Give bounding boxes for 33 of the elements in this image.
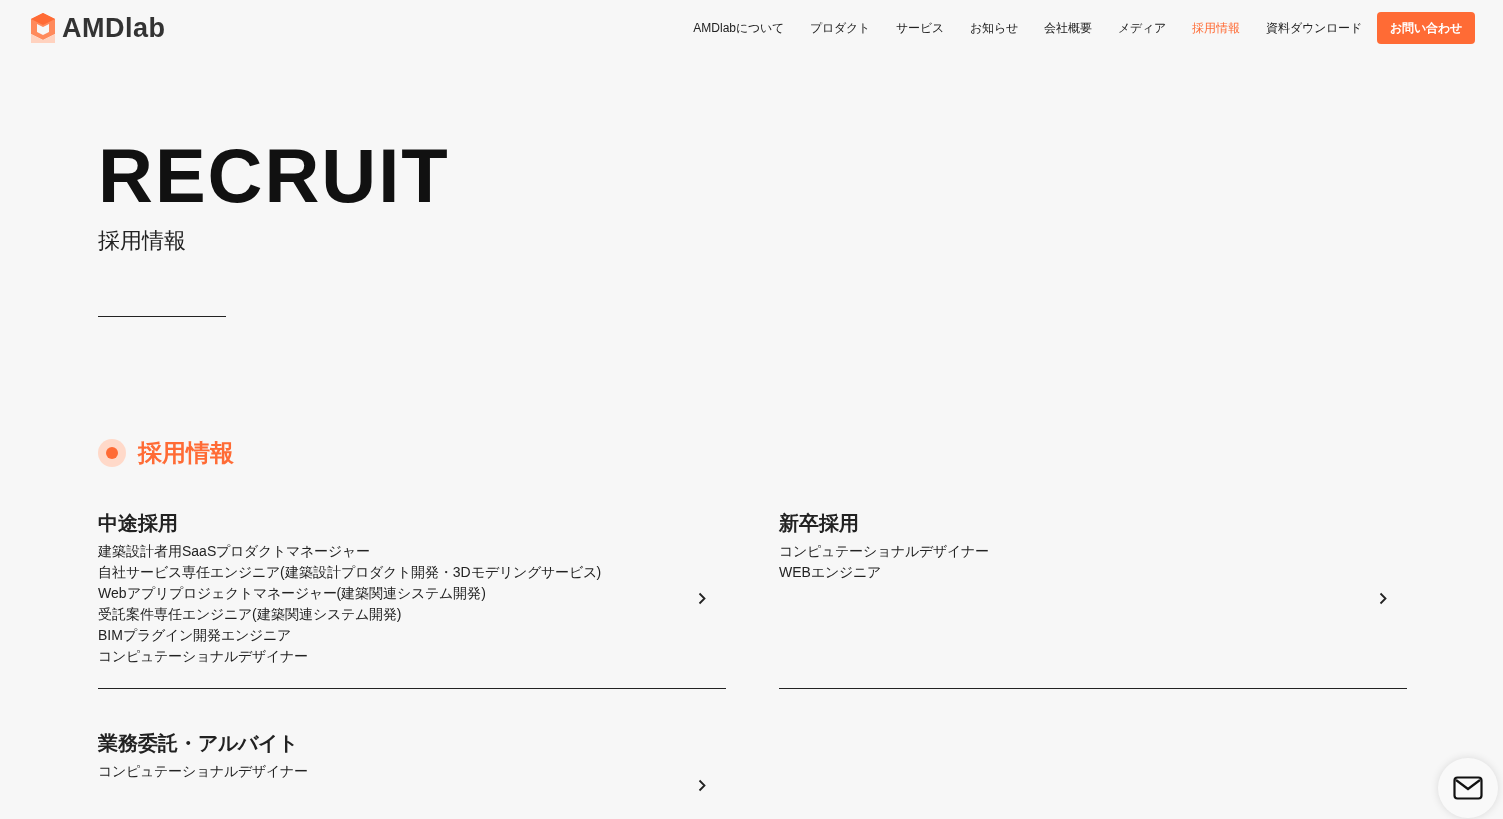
mail-icon	[1453, 776, 1483, 800]
page-title: RECRUIT	[98, 136, 451, 216]
nav-link[interactable]: プロダクト	[797, 19, 883, 37]
bullet-icon	[98, 439, 126, 467]
chevron-right-icon	[698, 592, 706, 605]
nav-link[interactable]: AMDlabについて	[680, 19, 797, 37]
job-title: コンピュテーショナルデザイナー	[98, 762, 309, 781]
job-card[interactable]: 業務委託・アルバイト コンピュテーショナルデザイナー	[98, 729, 726, 819]
job-title: 自社サービス専任エンジニア(建築設計プロダクト開発・3Dモデリングサービス)	[98, 563, 603, 582]
chevron-right-icon	[1379, 592, 1387, 605]
job-title: コンピュテーショナルデザイナー	[98, 647, 309, 666]
nav-link[interactable]: 会社概要	[1031, 19, 1105, 37]
job-title: コンピュテーショナルデザイナー	[779, 542, 990, 561]
nav-link[interactable]: お知らせ	[957, 19, 1031, 37]
section-heading: 採用情報	[138, 438, 234, 468]
nav-link[interactable]: 資料ダウンロード	[1253, 19, 1375, 37]
mail-button[interactable]	[1438, 758, 1498, 818]
card-title: 中途採用	[98, 511, 179, 536]
nav-link[interactable]: サービス	[883, 19, 957, 37]
page-subtitle: 採用情報	[98, 227, 187, 255]
card-title: 業務委託・アルバイト	[98, 731, 299, 756]
job-title: 受託案件専任エンジニア(建築関連システム開発)	[98, 605, 403, 624]
job-card[interactable]: 中途採用 建築設計者用SaaSプロダクトマネージャー 自社サービス専任エンジニア(建築設計プロダクト開発・3Dモデリングサービス) Webアプリプロジェクトマネージャー(建築関連システム開発) 受託案件専任エンジニア(建築関連システム開発) BIMプラグイン開発エンジニア コンピュテーショナルデザイナー	[98, 509, 726, 689]
job-title: Webアプリプロジェクトマネージャー(建築関連システム開発)	[98, 584, 487, 603]
chevron-right-icon	[698, 779, 706, 792]
logo-icon	[30, 12, 56, 44]
job-title: 建築設計者用SaaSプロダクトマネージャー	[98, 542, 372, 561]
logo-text[interactable]: AMDlab	[62, 7, 166, 49]
job-card[interactable]: 新卒採用 コンピュテーショナルデザイナー WEBエンジニア	[779, 509, 1407, 689]
card-title: 新卒採用	[779, 511, 860, 536]
job-title: WEBエンジニア	[779, 563, 882, 582]
job-title: BIMプラグイン開発エンジニア	[98, 626, 292, 645]
nav-link[interactable]: メディア	[1105, 19, 1179, 37]
